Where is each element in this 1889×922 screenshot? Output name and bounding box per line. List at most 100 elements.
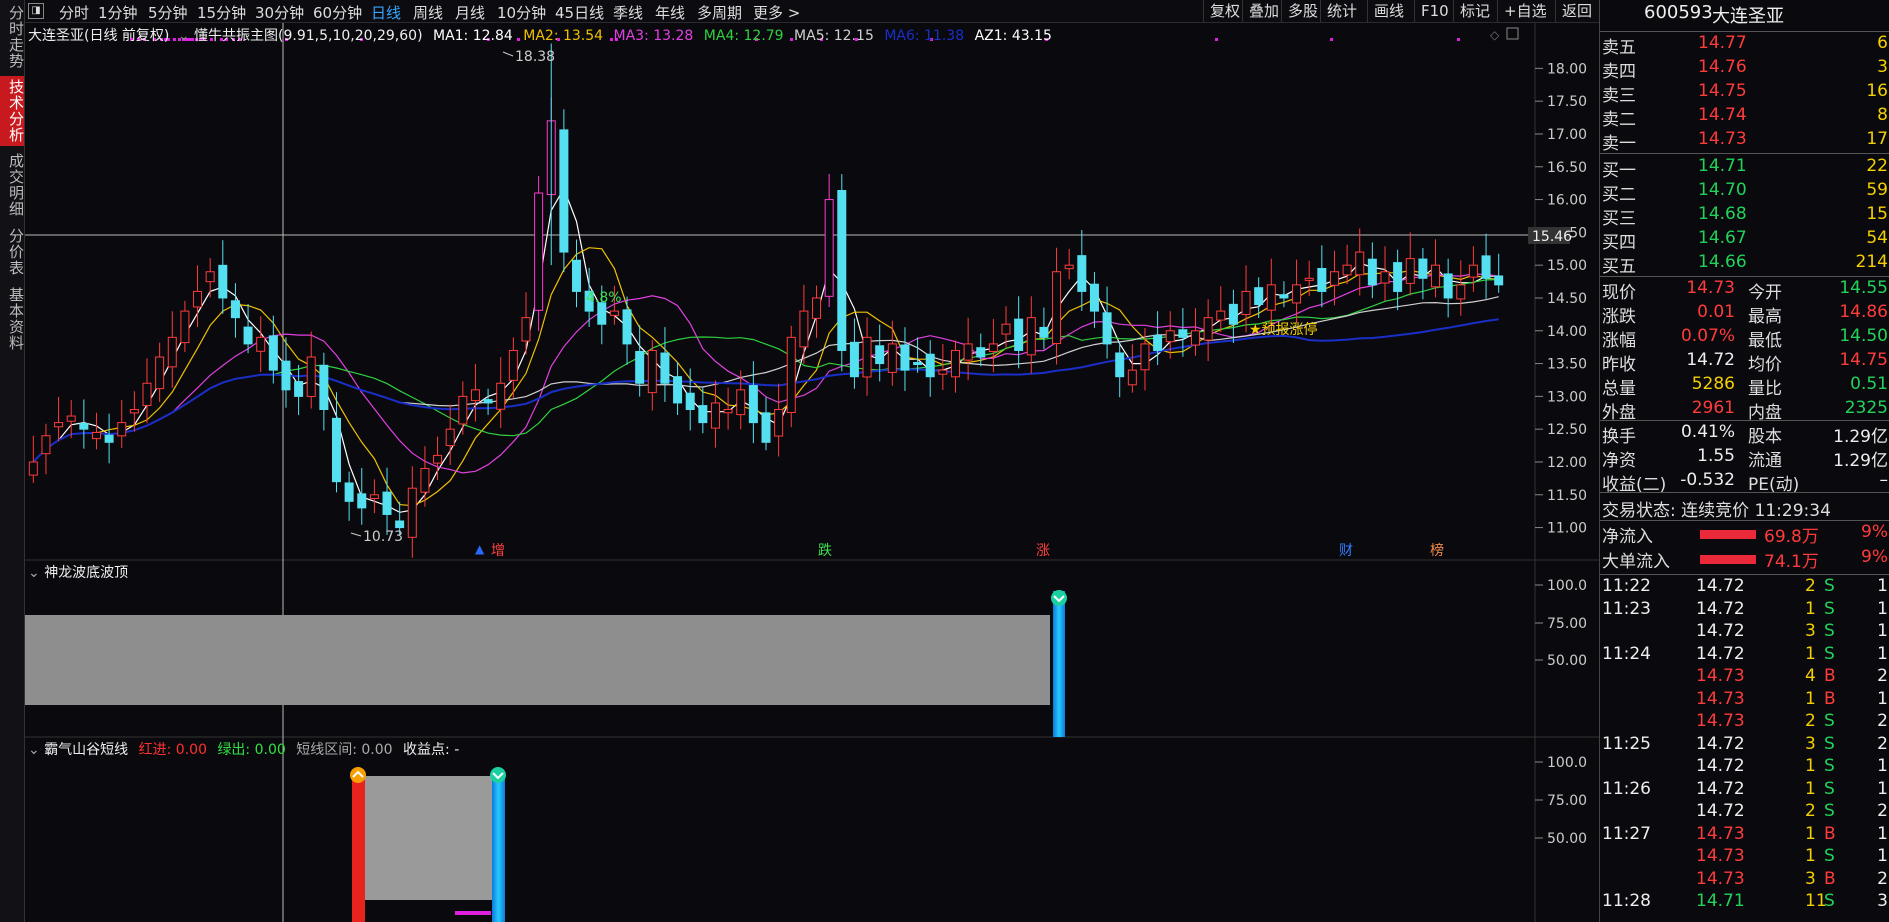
candle-body <box>1456 284 1466 300</box>
tick-side: S <box>1824 598 1835 619</box>
candle-body <box>1064 264 1074 270</box>
tab-price-table[interactable]: 分价表 <box>0 224 25 280</box>
period-quarterly[interactable]: 季线 <box>613 2 643 23</box>
tick-side: S <box>1824 846 1835 866</box>
stat-value: 5286 <box>1691 374 1735 394</box>
candle-body <box>205 271 215 283</box>
pane3-y-axis: 100.0 75.00 50.00 <box>1535 755 1587 847</box>
candle-body <box>710 402 720 429</box>
stat-label: 换手 <box>1602 427 1636 447</box>
candle-body <box>1279 294 1289 299</box>
stat-row: 净资 1.55 流通 1.29亿 <box>1600 446 1889 471</box>
candle-body <box>1367 258 1377 286</box>
range-label: 短线区间: 0.00 <box>296 742 393 758</box>
candle-body <box>1393 262 1403 292</box>
period-45day[interactable]: 45日线 <box>555 2 604 23</box>
stat-row: 换手 0.41% 股本 1.29亿 <box>1600 422 1889 447</box>
add-watchlist-button[interactable]: +自选 <box>1497 0 1553 22</box>
candle-body <box>1089 283 1099 312</box>
tick-count: 1 <box>1877 778 1888 799</box>
f10-button[interactable]: F10 <box>1414 0 1455 22</box>
ask-volume: 6 <box>1877 33 1888 53</box>
pane3-header: ⌄ 霸气山谷短线 红进: 0.00 绿出: 0.00 短线区间: 0.00 收益… <box>28 739 459 759</box>
period-10min[interactable]: 10分钟 <box>497 2 546 23</box>
multi-stock-button[interactable]: 多股 <box>1281 0 1324 22</box>
stat-value: 0.07% <box>1680 326 1735 346</box>
candle-body <box>1165 330 1175 343</box>
draw-line-button[interactable]: 画线 <box>1367 0 1410 22</box>
y-tick-label: 13.00 <box>1547 389 1587 405</box>
stat-value: 2961 <box>1691 398 1735 418</box>
candle-body <box>369 494 379 499</box>
tick-side: S <box>1824 756 1835 776</box>
period-weekly[interactable]: 周线 <box>413 2 443 23</box>
candle-body <box>458 395 468 425</box>
tick-volume: 1 <box>1805 598 1816 619</box>
ma4-label: MA4: 12.79 <box>703 28 784 44</box>
overlay-button[interactable]: 叠加 <box>1242 0 1285 22</box>
flow-bar <box>1700 530 1756 539</box>
tick-count: 2 <box>1877 733 1888 754</box>
indicator-toggle-icon[interactable]: ⌄ <box>178 28 190 44</box>
candle-body <box>774 408 784 437</box>
y-tick-label: 18.00 <box>1547 61 1587 77</box>
valley-zone-box <box>365 776 492 900</box>
tab-technical-analysis[interactable]: 技术分析 <box>0 76 25 146</box>
bid-label: 买一 <box>1602 161 1636 181</box>
candle-body <box>508 349 518 381</box>
statistics-button[interactable]: 统计 <box>1320 0 1363 22</box>
period-fenshi[interactable]: 分时 <box>59 2 89 23</box>
stat-value: -0.532 <box>1680 470 1735 490</box>
tab-trade-details[interactable]: 成交明细 <box>0 150 25 220</box>
collapse-icon[interactable]: ◨ <box>28 3 44 19</box>
stat-value: 14.55 <box>1839 278 1888 298</box>
tab-basic-info[interactable]: 基本资料 <box>0 284 25 354</box>
period-more[interactable]: 更多 > <box>753 2 800 23</box>
candle-body <box>1254 287 1264 306</box>
wave-zone-box <box>25 615 1050 705</box>
chart-area[interactable]: 18.0017.5017.0016.5016.0015.5015.0014.50… <box>25 23 1599 922</box>
indicator-name[interactable]: 懂牛共振主图(9.91,5,10,20,29,60) <box>194 28 423 44</box>
ask-row: 卖二 14.74 8 <box>1600 105 1889 130</box>
tick-volume: 2 <box>1805 801 1816 821</box>
candle-body <box>786 336 796 413</box>
candle-body <box>167 336 177 368</box>
pane2-toggle-icon[interactable]: ⌄ <box>28 565 40 581</box>
period-monthly[interactable]: 月线 <box>455 2 485 23</box>
tick-volume: 4 <box>1805 666 1816 686</box>
pane3-title[interactable]: 霸气山谷短线 <box>44 742 128 758</box>
period-15min[interactable]: 15分钟 <box>197 2 246 23</box>
mark-button[interactable]: 标记 <box>1453 0 1496 22</box>
flow-bar <box>1700 555 1756 564</box>
tick-time: 11:28 <box>1602 891 1651 911</box>
tick-count: 1 <box>1877 756 1888 776</box>
pane2-title[interactable]: 神龙波底波顶 <box>44 565 128 581</box>
y-tick-label: 14.00 <box>1547 324 1587 340</box>
period-yearly[interactable]: 年线 <box>655 2 685 23</box>
candle-body <box>1380 271 1390 284</box>
back-button[interactable]: 返回 <box>1555 0 1598 22</box>
tick-side: S <box>1824 621 1835 641</box>
tick-side: S <box>1824 778 1835 799</box>
period-60min[interactable]: 60分钟 <box>313 2 362 23</box>
pane3-toggle-icon[interactable]: ⌄ <box>28 742 40 758</box>
period-5min[interactable]: 5分钟 <box>148 2 188 23</box>
period-daily[interactable]: 日线 <box>371 2 401 23</box>
period-multi[interactable]: 多周期 <box>697 2 742 23</box>
bid-price: 14.71 <box>1698 156 1747 176</box>
candle-body <box>1039 326 1049 338</box>
tick-time: 11:23 <box>1602 598 1651 619</box>
period-1min[interactable]: 1分钟 <box>98 2 138 23</box>
period-30min[interactable]: 30分钟 <box>255 2 304 23</box>
tick-price: 14.72 <box>1696 778 1745 799</box>
tab-time-share[interactable]: 分时走势 <box>0 2 25 72</box>
svg-text:增: 增 <box>491 543 505 559</box>
candlesticks <box>28 43 1504 558</box>
y-tick-label: 11.50 <box>1547 488 1587 504</box>
candle-body <box>1481 255 1491 279</box>
signal-dot <box>1215 38 1218 41</box>
svg-text:75.00: 75.00 <box>1547 616 1587 632</box>
tick-row: 14.73 4 B 2 <box>1600 666 1889 690</box>
fuquan-button[interactable]: 复权 <box>1203 0 1246 22</box>
svg-text:50.00: 50.00 <box>1547 831 1587 847</box>
